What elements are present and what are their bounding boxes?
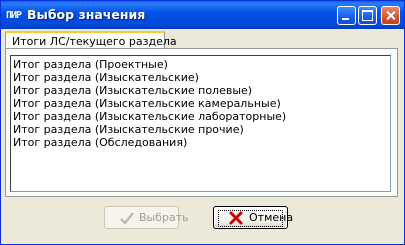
- title-bar[interactable]: ПИР Выбор значения: [1, 1, 404, 29]
- cancel-button-label: Отмена: [249, 211, 294, 224]
- red-x-icon: [229, 211, 243, 225]
- select-button[interactable]: Выбрать: [104, 206, 189, 229]
- list-item[interactable]: Итог раздела (Изыскательские лабораторны…: [13, 110, 286, 123]
- select-button-label: Выбрать: [139, 211, 189, 224]
- window-title: Выбор значения: [27, 7, 146, 22]
- list-item[interactable]: Итог раздела (Изыскательские): [13, 71, 199, 84]
- tab-section-totals[interactable]: Итоги ЛС/текущего раздела: [5, 31, 177, 49]
- tab-label: Итоги ЛС/текущего раздела: [12, 35, 177, 48]
- app-logo-icon: ПИР: [6, 10, 22, 21]
- dialog-window: ПИР Выбор значения Итоги ЛС/текущего раз…: [0, 0, 405, 245]
- list-item[interactable]: Итог раздела (Изыскательские полевые): [13, 84, 252, 97]
- list-item[interactable]: Итог раздела (Изыскательские камеральные…: [13, 97, 281, 110]
- close-button[interactable]: [381, 6, 400, 25]
- cancel-button[interactable]: Отмена: [213, 206, 293, 229]
- list-item[interactable]: Итог раздела (Проектные): [13, 58, 168, 71]
- tab-panel: Итог раздела (Проектные) Итог раздела (И…: [5, 48, 398, 197]
- minimize-button[interactable]: [337, 6, 356, 25]
- list-item[interactable]: Итог раздела (Обследования): [13, 136, 187, 149]
- maximize-button[interactable]: [358, 6, 377, 25]
- checkmark-icon: [120, 212, 134, 225]
- values-listbox[interactable]: Итог раздела (Проектные) Итог раздела (И…: [10, 55, 391, 192]
- list-item[interactable]: Итог раздела (Изыскательские прочие): [13, 123, 244, 136]
